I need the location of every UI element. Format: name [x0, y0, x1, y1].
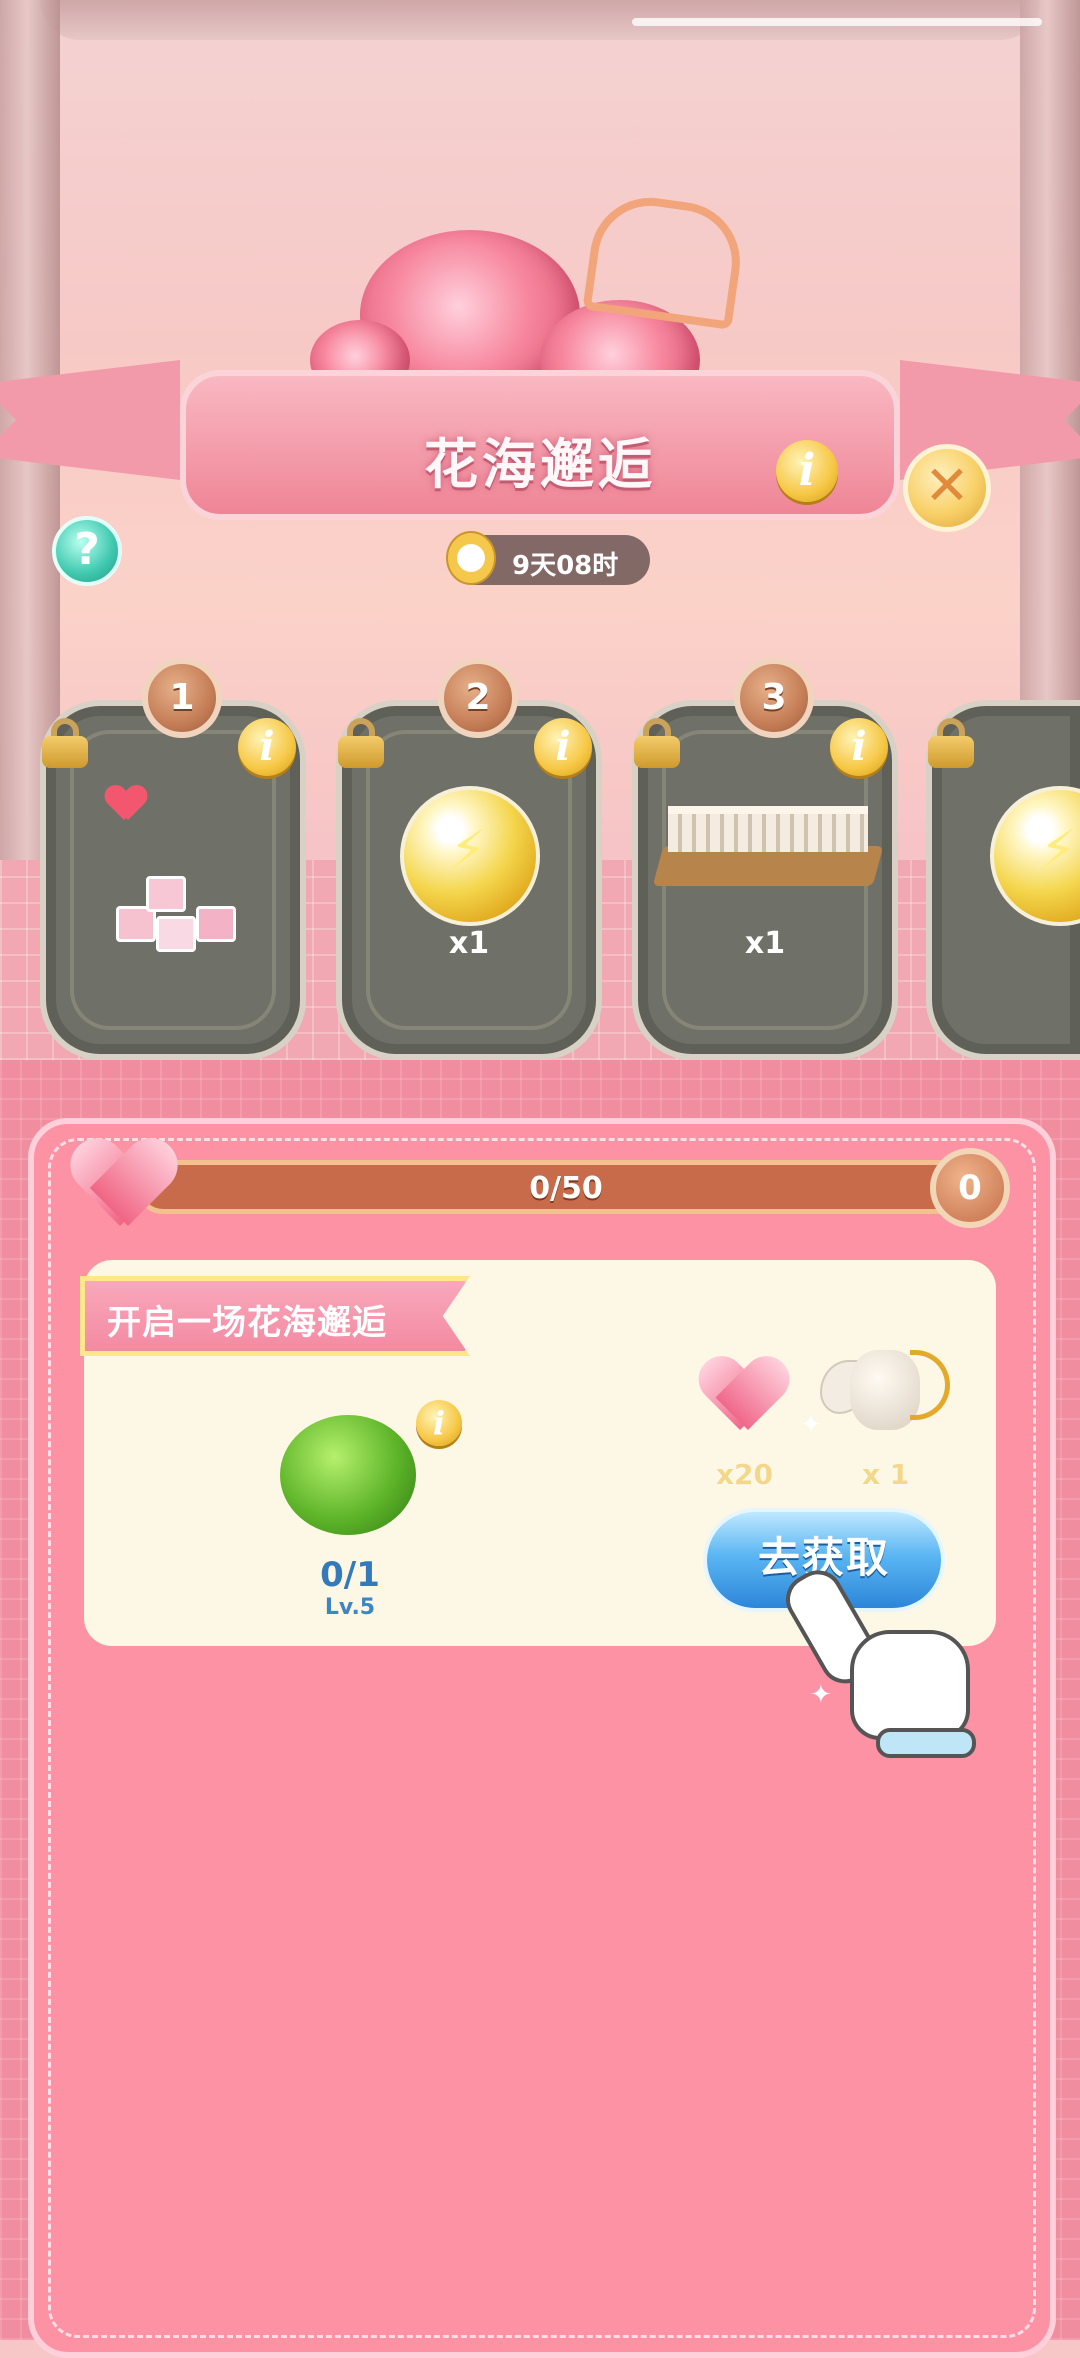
heart-icon [74, 1140, 174, 1230]
reward-quantity: x 1 [862, 1458, 910, 1491]
event-info-icon[interactable]: i [776, 440, 838, 502]
tutorial-hand-pointer-icon [776, 1560, 1000, 1760]
stage-number: 1 [142, 658, 222, 738]
sparkle-icon: ✦ [800, 1410, 822, 1440]
reward-quantity: x20 [716, 1458, 774, 1491]
stage-quantity: x1 [448, 926, 490, 961]
progress-goal-badge: 0 [930, 1148, 1010, 1228]
lock-icon [928, 718, 974, 768]
item-level: Lv.5 [324, 1595, 376, 1620]
sparkle-icon: ✦ [810, 1680, 832, 1710]
lock-icon [338, 718, 384, 768]
stage-card-1[interactable]: 1 i .b1:before,.b1:after{} [40, 658, 306, 1060]
stage-number: 3 [734, 658, 814, 738]
bush-icon [280, 1415, 416, 1535]
cupid-statue-icon [820, 1330, 954, 1448]
stage-card-3[interactable]: 3 i x1 [632, 658, 898, 1060]
close-button[interactable]: ✕ [903, 444, 991, 532]
lock-icon [42, 718, 88, 768]
status-bar-indicator [632, 18, 1042, 26]
stage-quantity: x1 [744, 926, 786, 961]
heart-progress-bar: 0/50 [136, 1160, 996, 1214]
energy-capsule-icon: ⚡ [990, 786, 1080, 926]
lock-icon [634, 718, 680, 768]
energy-capsule-icon: ⚡ [400, 786, 540, 926]
stage-number: 2 [438, 658, 518, 738]
stage-card-2[interactable]: 2 i ⚡ x1 [336, 658, 602, 1060]
bush-info-icon[interactable]: i [416, 1400, 462, 1446]
stage-info-icon[interactable]: i [534, 718, 592, 776]
stage-card-4-partial[interactable]: ⚡ [926, 700, 1080, 1060]
heart-balloons-gift-icon: .b1:before,.b1:after{} [86, 766, 266, 966]
timer-text: 9天08时 [512, 551, 619, 581]
item-count: 0/1 [320, 1555, 380, 1595]
heart-icon [702, 1358, 786, 1434]
event-timer: 9天08时 [446, 531, 650, 585]
progress-label: 0/50 [529, 1171, 603, 1206]
alarm-clock-icon [446, 531, 496, 585]
balcony-icon [652, 796, 884, 916]
help-button[interactable]: ? [52, 516, 122, 586]
task-title: 开启一场花海邂逅 [80, 1276, 470, 1356]
stage-info-icon[interactable]: i [830, 718, 888, 776]
